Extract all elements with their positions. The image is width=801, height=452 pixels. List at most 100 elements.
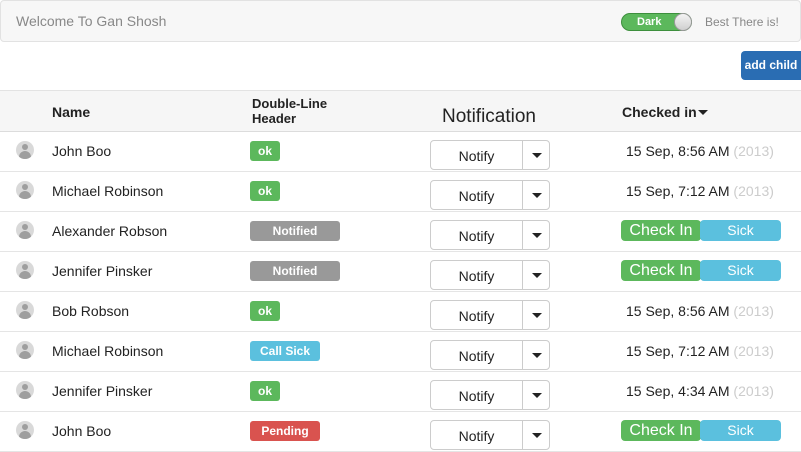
table-row: Jennifer Pinsker Notified Notify Check In Si… [0, 251, 801, 292]
header-name: Name [52, 104, 91, 120]
checked-in-time: 15 Sep, 8:56 AM (2013) [626, 303, 774, 319]
status-badge-pending: Pending [250, 421, 320, 441]
user-avatar-icon [16, 381, 34, 399]
sick-button[interactable]: Sick [700, 260, 781, 281]
avatar-head [22, 304, 28, 310]
theme-toggle[interactable]: Dark [621, 13, 692, 31]
caret-down-icon [532, 393, 542, 398]
avatar-body [19, 231, 31, 239]
avatar-head [22, 384, 28, 390]
avatar-body [19, 311, 31, 319]
child-name: Michael Robinson [52, 343, 164, 359]
notify-dropdown-toggle[interactable] [522, 221, 551, 249]
notify-dropdown-toggle[interactable] [522, 301, 551, 329]
check-in-button[interactable]: Check In [621, 220, 701, 241]
notify-button[interactable]: Notify [431, 381, 522, 409]
caret-down-icon [532, 273, 542, 278]
status-badge-call-sick: Call Sick [250, 341, 320, 361]
notify-dropdown-toggle[interactable] [522, 181, 551, 209]
checked-in-time: 15 Sep, 7:12 AM (2013) [626, 343, 774, 359]
avatar-head [22, 144, 28, 150]
child-name: John Boo [52, 143, 112, 159]
header-status-line1: Double-Line [252, 96, 328, 111]
table-row: Jennifer Pinsker ok Notify 15 Sep, 4:34 AM … [0, 371, 801, 412]
notify-button[interactable]: Notify [431, 421, 522, 449]
checked-in-year: (2013) [733, 303, 774, 319]
sick-button[interactable]: Sick [700, 220, 781, 241]
check-in-button[interactable]: Check In [621, 260, 701, 281]
avatar-head [22, 424, 28, 430]
avatar-body [19, 391, 31, 399]
status-badge-notified: Notified [250, 221, 340, 241]
notify-button[interactable]: Notify [431, 341, 522, 369]
notify-split-button: Notify [430, 380, 550, 410]
checked-in-year: (2013) [733, 383, 774, 399]
status-badge-ok: ok [250, 141, 280, 161]
user-avatar-icon [16, 181, 34, 199]
notify-button[interactable]: Notify [431, 301, 522, 329]
notify-split-button: Notify [430, 420, 550, 450]
status-badge-ok: ok [250, 301, 280, 321]
notify-button[interactable]: Notify [431, 141, 522, 169]
notify-split-button: Notify [430, 340, 550, 370]
caret-down-icon [532, 193, 542, 198]
theme-toggle-label: Dark [637, 16, 662, 28]
notify-dropdown-toggle[interactable] [522, 261, 551, 289]
notify-dropdown-toggle[interactable] [522, 341, 551, 369]
tagline: Best There is! [705, 15, 779, 29]
notify-dropdown-toggle[interactable] [522, 141, 551, 169]
notify-dropdown-toggle[interactable] [522, 381, 551, 409]
avatar-body [19, 351, 31, 359]
header-checked-in-label: Checked in [622, 104, 697, 120]
notify-split-button: Notify [430, 140, 550, 170]
status-badge-notified: Notified [250, 261, 340, 281]
child-name: Michael Robinson [52, 183, 164, 199]
notify-split-button: Notify [430, 260, 550, 290]
toggle-knob[interactable] [674, 13, 692, 31]
user-avatar-icon [16, 341, 34, 359]
checked-in-datetime: 15 Sep, 7:12 AM [626, 343, 730, 359]
checked-in-year: (2013) [733, 143, 774, 159]
avatar-head [22, 184, 28, 190]
child-name: Alexander Robson [52, 223, 168, 239]
user-avatar-icon [16, 261, 34, 279]
notify-button[interactable]: Notify [431, 181, 522, 209]
notify-split-button: Notify [430, 300, 550, 330]
avatar-body [19, 271, 31, 279]
checked-in-time: 15 Sep, 8:56 AM (2013) [626, 143, 774, 159]
checked-in-time: 15 Sep, 4:34 AM (2013) [626, 383, 774, 399]
table-row: John Boo ok Notify 15 Sep, 8:56 AM (2013) [0, 131, 801, 172]
notify-dropdown-toggle[interactable] [522, 421, 551, 449]
caret-down-icon [532, 353, 542, 358]
checked-in-year: (2013) [733, 343, 774, 359]
status-badge-ok: ok [250, 181, 280, 201]
avatar-head [22, 224, 28, 230]
header-checked-in[interactable]: Checked in [622, 104, 708, 120]
brand-title[interactable]: Welcome To Gan Shosh [16, 13, 166, 29]
status-badge-ok: ok [250, 381, 280, 401]
avatar-head [22, 344, 28, 350]
notify-split-button: Notify [430, 180, 550, 210]
table-header: Name Double-Line Header Notification Che… [0, 90, 801, 132]
checked-in-year: (2013) [733, 183, 774, 199]
add-child-button[interactable]: add child [741, 51, 801, 80]
checked-in-datetime: 15 Sep, 4:34 AM [626, 383, 730, 399]
caret-down-icon [532, 233, 542, 238]
avatar-body [19, 431, 31, 439]
header-status-line2: Header [252, 111, 297, 126]
check-in-button[interactable]: Check In [621, 420, 701, 441]
checked-in-time: 15 Sep, 7:12 AM (2013) [626, 183, 774, 199]
caret-down-icon [532, 313, 542, 318]
child-name: Bob Robson [52, 303, 130, 319]
sick-button[interactable]: Sick [700, 420, 781, 441]
sort-caret-icon[interactable] [697, 110, 708, 115]
notify-split-button: Notify [430, 220, 550, 250]
caret-down-icon [532, 433, 542, 438]
child-name: John Boo [52, 423, 112, 439]
avatar-body [19, 191, 31, 199]
notify-button[interactable]: Notify [431, 221, 522, 249]
user-avatar-icon [16, 221, 34, 239]
notify-button[interactable]: Notify [431, 261, 522, 289]
user-avatar-icon [16, 141, 34, 159]
table-row: Michael Robinson ok Notify 15 Sep, 7:12 AM … [0, 171, 801, 212]
